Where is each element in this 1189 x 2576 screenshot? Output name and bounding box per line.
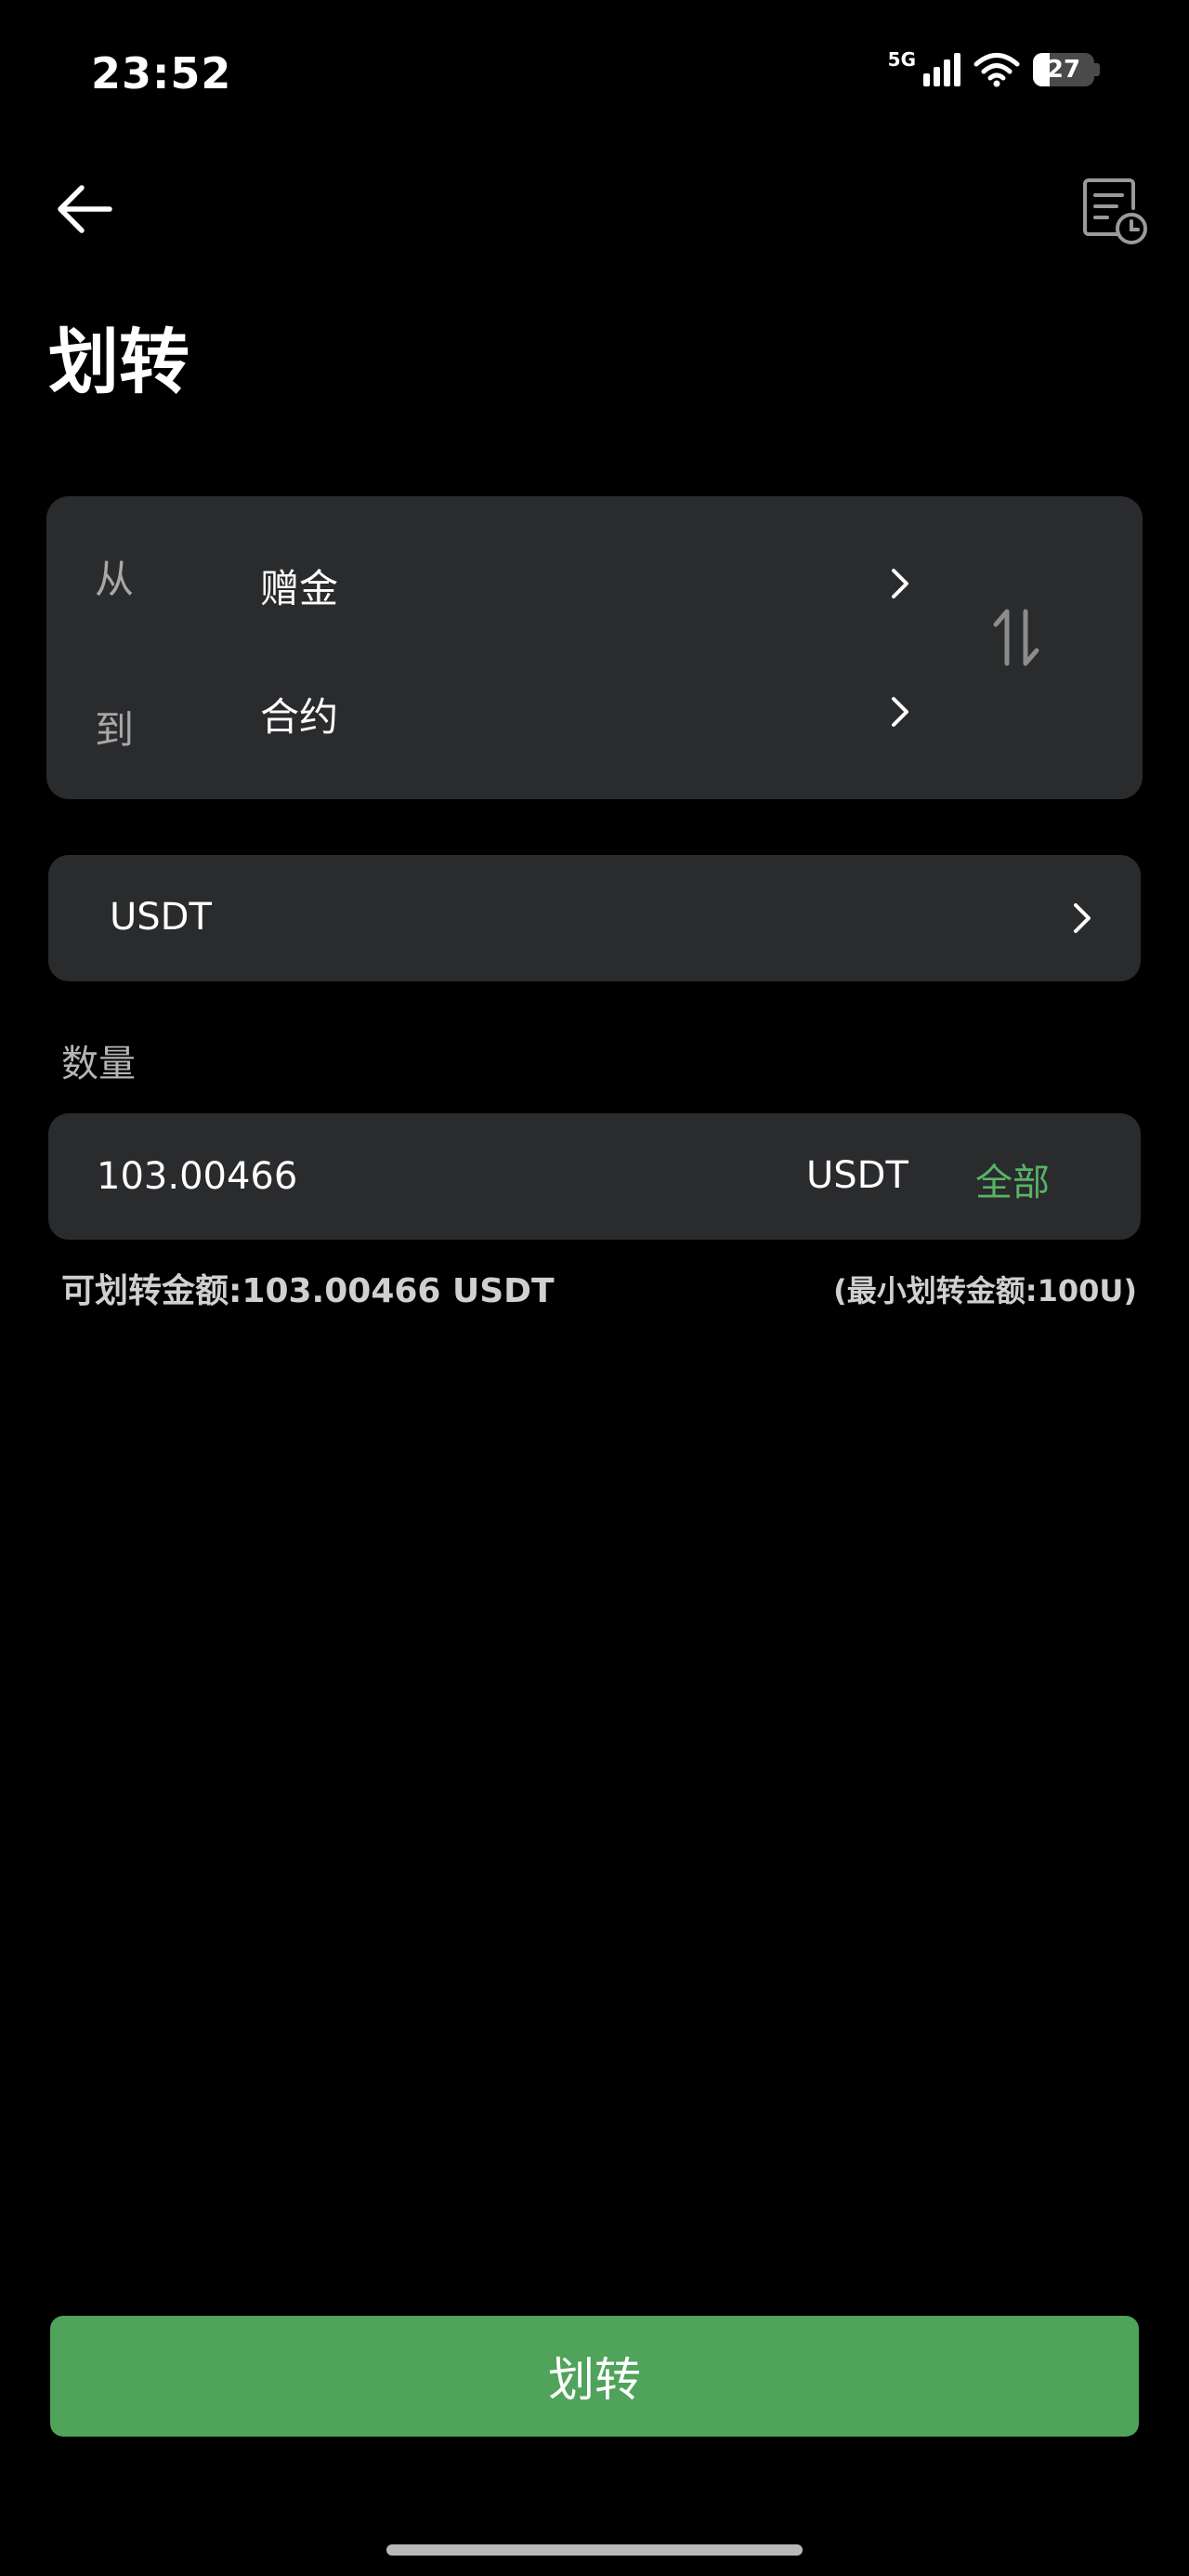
battery-tip — [1094, 63, 1100, 76]
from-account-selector[interactable]: 赠金 — [260, 558, 338, 614]
swap-arrows-icon — [993, 609, 1039, 666]
transfer-submit-button[interactable]: 划转 — [50, 2316, 1139, 2437]
transfer-history-button[interactable] — [1079, 177, 1150, 247]
amount-label: 数量 — [61, 1043, 136, 1085]
to-account-selector[interactable]: 合约 — [260, 686, 338, 743]
wifi-icon — [973, 53, 1020, 87]
battery-level: 27 — [1046, 56, 1081, 84]
history-record-icon — [1083, 178, 1147, 244]
from-label: 从 — [95, 557, 135, 602]
network-type-label: 5G — [887, 48, 916, 71]
amount-input[interactable] — [97, 1147, 747, 1206]
from-chevron-right-icon[interactable] — [881, 565, 918, 602]
battery-icon: 27 — [1033, 53, 1094, 86]
swap-direction-button[interactable] — [990, 608, 1042, 667]
available-amount-text: 可划转金额:103.00466 USDT — [61, 1272, 555, 1310]
coin-selector[interactable] — [48, 855, 1141, 981]
minimum-amount-text: (最小划转金额:100U) — [833, 1273, 1137, 1308]
to-label: 到 — [95, 707, 135, 753]
cellular-signal-icon — [923, 53, 960, 86]
coin-chevron-right-icon[interactable] — [1063, 900, 1100, 937]
transfer-direction-card — [46, 496, 1143, 799]
home-indicator — [386, 2544, 803, 2556]
status-time: 23:52 — [91, 48, 232, 99]
coin-value: USDT — [110, 896, 212, 939]
back-button[interactable] — [52, 177, 117, 242]
to-chevron-right-icon[interactable] — [881, 693, 918, 730]
status-icons: 5G 27 — [888, 48, 1100, 87]
amount-unit: USDT — [806, 1154, 908, 1197]
max-all-button[interactable]: 全部 — [975, 1152, 1050, 1206]
arrow-left-icon — [58, 185, 112, 233]
page-title: 划转 — [48, 321, 189, 403]
